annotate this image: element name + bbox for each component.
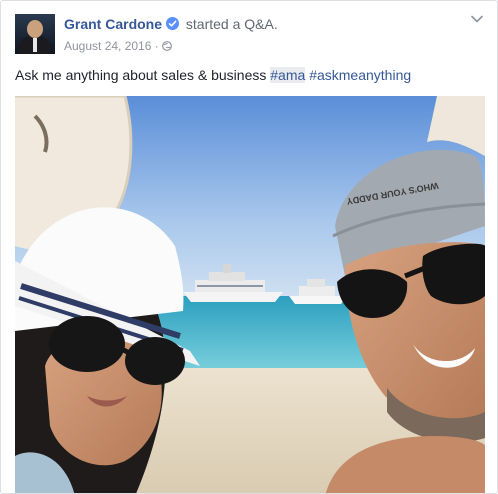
meta-separator: ·: [154, 39, 159, 53]
chevron-down-icon[interactable]: [471, 15, 483, 23]
selfie-beach-photo: WHO'S YOUR DADDY: [15, 96, 485, 493]
post-message-text: Ask me anything about sales & business: [15, 67, 267, 83]
post-meta: August 24, 2016 ·: [64, 39, 172, 53]
author-name-link[interactable]: Grant Cardone: [64, 16, 162, 32]
post-action-text: started a Q&A.: [185, 16, 278, 32]
avatar-head: [27, 20, 43, 38]
post-header: Grant Cardone started a Q&A.: [64, 16, 278, 32]
post-timestamp-link[interactable]: August 24, 2016: [64, 39, 151, 53]
hashtag-askmeanything-link[interactable]: #askmeanything: [309, 67, 411, 83]
globe-icon[interactable]: [162, 41, 172, 51]
hashtag-ama-link[interactable]: #ama: [270, 67, 306, 83]
post-message: Ask me anything about sales & business #…: [15, 67, 411, 83]
verified-badge-icon: [166, 17, 180, 30]
post-card: Grant Cardone started a Q&A. August 24, …: [0, 0, 498, 494]
avatar-tie: [33, 38, 37, 52]
author-avatar[interactable]: [15, 14, 55, 54]
post-photo[interactable]: WHO'S YOUR DADDY: [15, 96, 485, 493]
